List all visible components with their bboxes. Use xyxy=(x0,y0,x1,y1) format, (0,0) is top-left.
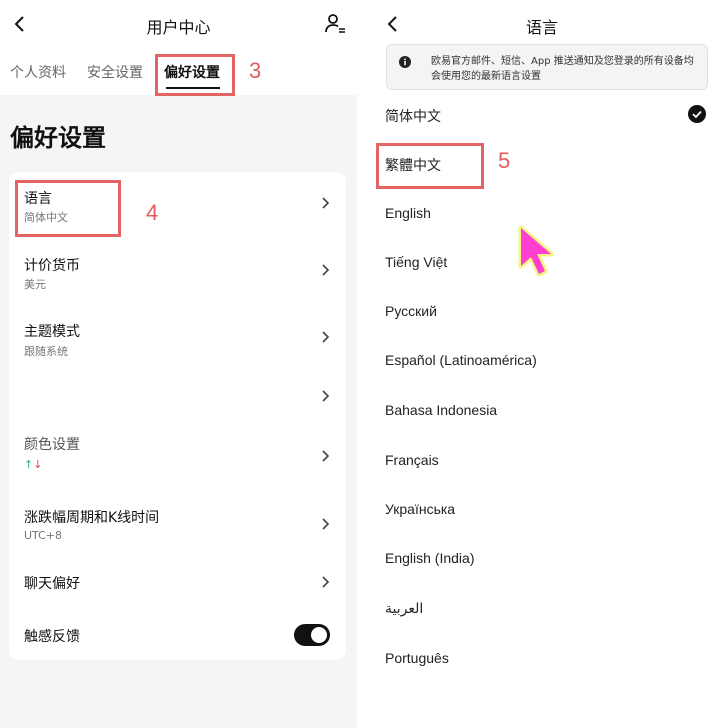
setting-title: 聊天偏好 xyxy=(24,576,80,592)
language-option[interactable]: Tiếng Việt xyxy=(385,254,447,270)
setting-value: 美元 xyxy=(24,278,46,291)
setting-title: 颜色设置 xyxy=(24,437,80,453)
top-bar: 用户中心 xyxy=(0,0,357,50)
preferences-panel: 用户中心 个人资料 安全设置 偏好设置 3 偏好设置 语言 简体中文 计价货币 … xyxy=(0,0,357,728)
tab-profile[interactable]: 个人资料 xyxy=(10,62,66,82)
language-option[interactable]: English xyxy=(385,205,431,221)
setting-row-haptics: 触感反馈 xyxy=(9,610,346,660)
setting-title: 涨跌幅周期和K线时间 xyxy=(24,510,160,526)
language-panel: 语言 欧易官方邮件、短信、App 推送通知及您登录的所有设备均会使用您的最新语言… xyxy=(357,0,727,728)
down-arrow-icon: ↓ xyxy=(33,458,43,471)
setting-row-chat[interactable]: 聊天偏好 xyxy=(9,556,346,608)
chevron-right-icon xyxy=(322,390,330,402)
chevron-right-icon xyxy=(322,264,330,276)
toggle-knob xyxy=(311,627,327,643)
language-option[interactable]: Русский xyxy=(385,303,437,319)
chevron-right-icon xyxy=(322,331,330,343)
user-settings-icon[interactable] xyxy=(323,12,347,36)
language-option[interactable]: Українська xyxy=(385,501,455,517)
chevron-right-icon xyxy=(322,450,330,462)
language-option[interactable]: العربية xyxy=(385,600,423,617)
chevron-right-icon xyxy=(322,518,330,530)
tab-security[interactable]: 安全设置 xyxy=(87,62,143,82)
language-option[interactable]: Français xyxy=(385,452,439,468)
setting-value: UTC+8 xyxy=(24,529,63,542)
annotation-number-4: 4 xyxy=(146,200,159,225)
setting-row-hidden[interactable] xyxy=(9,372,346,420)
haptics-toggle[interactable] xyxy=(294,624,330,646)
info-icon xyxy=(399,56,411,68)
color-direction-indicator: ↑↓ xyxy=(24,458,42,471)
annotation-box-4 xyxy=(15,180,121,237)
language-option[interactable]: Português xyxy=(385,650,449,666)
setting-title: 触感反馈 xyxy=(24,629,80,645)
setting-row-theme[interactable]: 主题模式 跟随系统 xyxy=(9,306,346,370)
setting-row-currency[interactable]: 计价货币 美元 xyxy=(9,238,346,302)
setting-row-kline-time[interactable]: 涨跌幅周期和K线时间 UTC+8 xyxy=(9,490,346,554)
language-notice: 欧易官方邮件、短信、App 推送通知及您登录的所有设备均会使用您的最新语言设置 xyxy=(386,44,708,90)
preferences-heading: 偏好设置 xyxy=(10,124,106,152)
setting-title: 计价货币 xyxy=(24,258,80,274)
annotation-box-5 xyxy=(376,143,484,189)
page-title: 语言 xyxy=(525,18,558,37)
language-option[interactable]: Bahasa Indonesia xyxy=(385,402,497,418)
language-option[interactable]: 简体中文 xyxy=(385,106,441,126)
chevron-right-icon xyxy=(322,197,330,209)
language-option[interactable]: English (India) xyxy=(385,550,475,566)
language-option[interactable]: Español (Latinoamérica) xyxy=(385,352,537,368)
setting-value: 跟随系统 xyxy=(24,345,68,358)
checkmark-icon xyxy=(688,105,706,123)
chevron-right-icon xyxy=(322,576,330,588)
page-title: 用户中心 xyxy=(146,18,211,37)
annotation-number-5: 5 xyxy=(498,148,511,173)
setting-title: 主题模式 xyxy=(24,324,80,340)
top-bar: 语言 xyxy=(357,0,727,50)
annotation-box-3 xyxy=(155,54,235,96)
mouse-cursor-icon xyxy=(518,225,554,277)
notice-text: 欧易官方邮件、短信、App 推送通知及您登录的所有设备均会使用您的最新语言设置 xyxy=(431,56,694,82)
annotation-number-3: 3 xyxy=(249,58,262,83)
up-arrow-icon: ↑ xyxy=(24,458,34,471)
setting-row-colors[interactable]: 颜色设置 ↑↓ xyxy=(9,422,346,486)
settings-list: 语言 简体中文 计价货币 美元 主题模式 跟随系统 颜色设置 ↑↓ 涨跌幅周期和… xyxy=(9,172,346,660)
